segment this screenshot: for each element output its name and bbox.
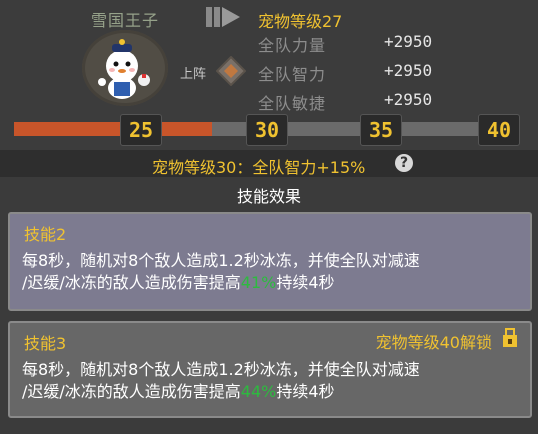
skill-desc-duration: 持续4秒: [276, 382, 335, 401]
skill-card[interactable]: 技能2 每8秒，随机对8个敌人造成1.2秒冰冻，并使全队对减速 /迟缓/冰冻的敌…: [8, 212, 532, 311]
stat-label-agility: 全队敏捷: [258, 94, 327, 113]
stat-value-agility: +2950: [384, 90, 433, 109]
section-title: 技能效果: [236, 187, 301, 206]
help-icon[interactable]: ?: [395, 154, 413, 172]
milestone-badge-25: 25: [120, 114, 162, 146]
progress-track-3: [286, 122, 360, 136]
deploy-label: 上阵: [180, 67, 207, 82]
skill-desc-line-2: /迟缓/冰冻的敌人造成伤害提高44%持续4秒: [22, 381, 522, 403]
milestone-badge-40: 40: [478, 114, 520, 146]
skill-description: 每8秒，随机对8个敌人造成1.2秒冰冻，并使全队对减速 /迟缓/冰冻的敌人造成伤…: [22, 359, 522, 403]
stat-value-strength: +2950: [384, 32, 433, 51]
skill-highlight-value: 41%: [240, 273, 277, 292]
stat-value-intelligence: +2950: [384, 61, 433, 80]
snowman-pet-icon: [98, 39, 150, 99]
progress-track-4: [400, 122, 478, 136]
skill-desc-line-2: /迟缓/冰冻的敌人造成伤害提高41%持续4秒: [22, 272, 522, 294]
level-bonus-text: 宠物等级30：全队智力+15%: [152, 158, 366, 177]
skill-name: 技能3: [24, 334, 67, 353]
milestone-badge-35: 35: [360, 114, 402, 146]
next-pet-button[interactable]: [204, 4, 244, 30]
arrow-right-icon: [206, 7, 240, 27]
pet-portrait[interactable]: [82, 30, 168, 106]
skill-name: 技能2: [24, 225, 67, 244]
skill-description: 每8秒，随机对8个敌人造成1.2秒冰冻，并使全队对减速 /迟缓/冰冻的敌人造成伤…: [22, 250, 522, 294]
skill-desc-text: /迟缓/冰冻的敌人造成伤害提高: [22, 273, 241, 292]
skill-desc-duration: 持续4秒: [276, 273, 335, 292]
skill-desc-line-1: 每8秒，随机对8个敌人造成1.2秒冰冻，并使全队对减速: [22, 251, 420, 270]
milestone-badge-30: 30: [246, 114, 288, 146]
deploy-button[interactable]: [215, 55, 247, 87]
progress-fill-2: [160, 122, 212, 136]
progress-fill-1: [14, 122, 120, 136]
skill-desc-line-1: 每8秒，随机对8个敌人造成1.2秒冰冻，并使全队对减速: [22, 360, 420, 379]
stat-label-strength: 全队力量: [258, 36, 327, 55]
pet-name: 雪国王子: [91, 11, 160, 30]
lock-icon: [502, 328, 518, 348]
stat-label-intelligence: 全队智力: [258, 65, 327, 84]
diamond-icon: [215, 55, 247, 87]
pet-level: 宠物等级27: [258, 12, 343, 31]
skill-desc-text: /迟缓/冰冻的敌人造成伤害提高: [22, 382, 241, 401]
skill-highlight-value: 44%: [240, 382, 277, 401]
unlock-requirement: 宠物等级40解锁: [375, 333, 492, 352]
skill-card-locked[interactable]: 技能3 宠物等级40解锁 每8秒，随机对8个敌人造成1.2秒冰冻，并使全队对减速…: [8, 321, 532, 418]
